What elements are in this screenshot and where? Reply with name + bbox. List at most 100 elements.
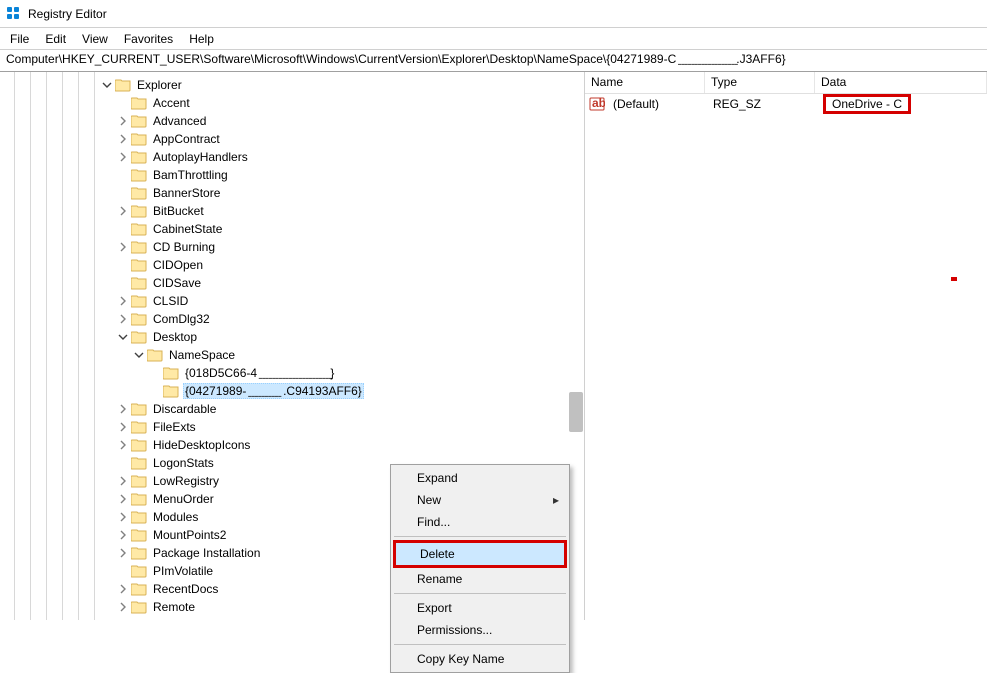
tree-node-bannerstore[interactable]: BannerStore <box>0 184 584 202</box>
cm-export[interactable]: Export <box>393 597 567 619</box>
tree-item-label: CLSID <box>151 294 190 308</box>
tree-expander-icon[interactable] <box>116 474 130 488</box>
tree-node-cabinetstate[interactable]: CabinetState <box>0 220 584 238</box>
tree-item-label: AutoplayHandlers <box>151 150 250 164</box>
tree-node-cidsave[interactable]: CIDSave <box>0 274 584 292</box>
tree-expander-icon[interactable] <box>116 132 130 146</box>
tree-expander-icon[interactable] <box>116 294 130 308</box>
tree-expander-icon[interactable] <box>116 114 130 128</box>
tree-item-label: RecentDocs <box>151 582 220 596</box>
tree-item-label: Explorer <box>135 78 184 92</box>
tree-node-accent[interactable]: Accent <box>0 94 584 112</box>
tree-item-label: Package Installation <box>151 546 262 560</box>
folder-icon <box>131 294 147 308</box>
tree-item-label: ComDlg32 <box>151 312 212 326</box>
tree-item-label: NameSpace <box>167 348 237 362</box>
tree-node-cd-burning[interactable]: CD Burning <box>0 238 584 256</box>
tree-node-appcontract[interactable]: AppContract <box>0 130 584 148</box>
tree-node-advanced[interactable]: Advanced <box>0 112 584 130</box>
cm-expand[interactable]: Expand <box>393 467 567 489</box>
tree-node-explorer[interactable]: Explorer <box>0 76 584 94</box>
cm-rename[interactable]: Rename <box>393 568 567 590</box>
values-pane: Name Type Data ab (Default) REG_SZ OneDr… <box>585 72 987 620</box>
regedit-app-icon <box>6 6 22 22</box>
col-header-name[interactable]: Name <box>585 72 705 93</box>
content-area: Explorer Accent AdvancedAppContract Autopla… <box>0 72 987 620</box>
tree-expander-icon[interactable] <box>132 348 146 362</box>
tree-node-guid-2-selected[interactable]: {04271989- ̱ ̱ ̱ ̱ ̱ ̱ ̱ ̱ ̱ ̱ .C94193AF… <box>0 382 584 400</box>
cm-copy-key-name[interactable]: Copy Key Name <box>393 648 567 670</box>
address-bar[interactable]: Computer\HKEY_CURRENT_USER\Software\Micr… <box>0 50 987 72</box>
tree-expander-icon[interactable] <box>116 492 130 506</box>
folder-icon <box>131 186 147 200</box>
tree-expander-icon[interactable] <box>100 78 114 92</box>
cm-permissions[interactable]: Permissions... <box>393 619 567 641</box>
tree-node-cidopen[interactable]: CIDOpen <box>0 256 584 274</box>
tree-node-bamthrottling[interactable]: BamThrottling <box>0 166 584 184</box>
tree-item-label: BamThrottling <box>151 168 230 182</box>
tree-expander-icon[interactable] <box>116 240 130 254</box>
tree-item-label: {04271989- ̱ ̱ ̱ ̱ ̱ ̱ ̱ ̱ ̱ ̱ .C94193AF… <box>183 383 364 399</box>
folder-icon <box>131 96 147 110</box>
tree-node-autoplayhandlers[interactable]: AutoplayHandlers <box>0 148 584 166</box>
folder-icon <box>131 546 147 560</box>
folder-icon <box>131 474 147 488</box>
values-header: Name Type Data <box>585 72 987 94</box>
tree-node-desktop[interactable]: Desktop <box>0 328 584 346</box>
tree-expander-icon[interactable] <box>116 402 130 416</box>
col-header-data[interactable]: Data <box>815 72 987 93</box>
tree-item-label: HideDesktopIcons <box>151 438 252 452</box>
tree-node-guid-1[interactable]: {018D5C66-4 ̱ ̱ ̱ ̱ ̱ ̱ ̱ ̱ ̱ ̱ ̱ ̱ ̱ ̱ … <box>0 364 584 382</box>
tree-item-label: Accent <box>151 96 192 110</box>
folder-icon <box>147 348 163 362</box>
tree-expander-icon[interactable] <box>116 600 130 614</box>
tree-item-label: PImVolatile <box>151 564 215 578</box>
tree-expander-icon[interactable] <box>116 546 130 560</box>
menu-favorites[interactable]: Favorites <box>116 30 181 48</box>
tree-expander-icon[interactable] <box>116 420 130 434</box>
folder-icon <box>131 402 147 416</box>
tree-node-fileexts[interactable]: FileExts <box>0 418 584 436</box>
menu-help[interactable]: Help <box>181 30 222 48</box>
address-path: Computer\HKEY_CURRENT_USER\Software\Micr… <box>6 52 786 66</box>
tree-node-namespace[interactable]: NameSpace <box>0 346 584 364</box>
svg-text:ab: ab <box>592 96 605 110</box>
tree-node-comdlg32[interactable]: ComDlg32 <box>0 310 584 328</box>
tree-expander-icon[interactable] <box>116 204 130 218</box>
tree-expander-icon[interactable] <box>116 510 130 524</box>
folder-icon <box>131 168 147 182</box>
tree-expander-icon[interactable] <box>116 582 130 596</box>
tree-node-discardable[interactable]: Discardable <box>0 400 584 418</box>
tree-node-hidedesktopicons[interactable]: HideDesktopIcons <box>0 436 584 454</box>
menu-view[interactable]: View <box>74 30 116 48</box>
col-header-type[interactable]: Type <box>705 72 815 93</box>
folder-icon <box>131 276 147 290</box>
menu-file[interactable]: File <box>2 30 37 48</box>
folder-icon <box>131 114 147 128</box>
folder-icon <box>131 510 147 524</box>
tree-expander-icon[interactable] <box>116 330 130 344</box>
annotation-dot <box>951 277 957 281</box>
submenu-arrow-icon: ▸ <box>553 493 559 507</box>
tree-node-clsid[interactable]: CLSID <box>0 292 584 310</box>
folder-icon <box>131 420 147 434</box>
tree-item-label: BitBucket <box>151 204 206 218</box>
cm-delete[interactable]: Delete <box>396 543 564 565</box>
tree-item-label: LowRegistry <box>151 474 221 488</box>
cm-new[interactable]: New ▸ <box>393 489 567 511</box>
cm-find[interactable]: Find... <box>393 511 567 533</box>
tree-scrollbar-thumb[interactable] <box>569 392 583 432</box>
tree-expander-icon[interactable] <box>116 312 130 326</box>
folder-icon <box>131 240 147 254</box>
folder-icon <box>131 528 147 542</box>
folder-icon <box>131 312 147 326</box>
menu-edit[interactable]: Edit <box>37 30 74 48</box>
value-row[interactable]: ab (Default) REG_SZ OneDrive - C <box>585 94 987 114</box>
tree-item-label: Desktop <box>151 330 199 344</box>
folder-icon <box>131 438 147 452</box>
folder-icon <box>131 204 147 218</box>
tree-node-bitbucket[interactable]: BitBucket <box>0 202 584 220</box>
tree-expander-icon[interactable] <box>116 438 130 452</box>
tree-expander-icon[interactable] <box>116 150 130 164</box>
tree-expander-icon[interactable] <box>116 528 130 542</box>
